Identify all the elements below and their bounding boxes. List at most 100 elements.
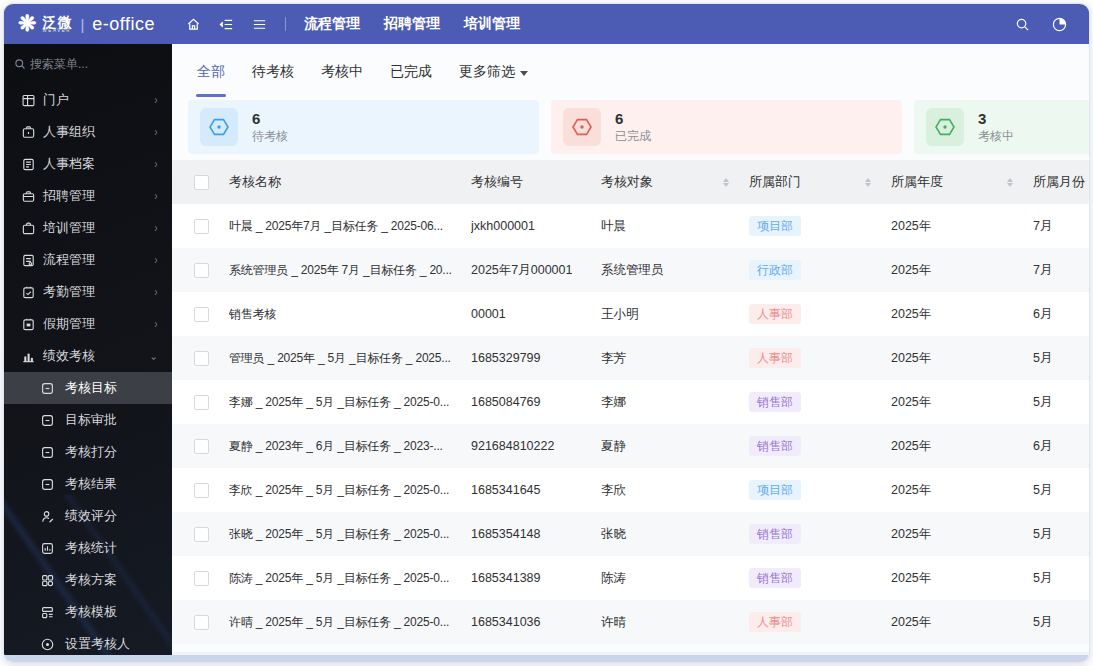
sidebar-search-icon [14,58,26,70]
sort-icon[interactable] [865,178,871,187]
nav-menu-item[interactable]: 培训管理 [464,15,520,33]
table-row[interactable]: 系统管理员 _ 2025年 7月 _目标任务 _ 20...2025年7月000… [172,248,1089,292]
row-checkbox[interactable] [194,571,209,586]
table-row[interactable]: 李欣 _ 2025年 _ 5月 _目标任务 _ 2025-0...1685341… [172,468,1089,512]
sidebar-subitem-考核方案[interactable]: 考核方案 [4,564,172,596]
cell-assessment-subject: 夏静 [601,438,749,455]
collapse-menu-icon[interactable] [219,17,234,32]
cell-assessment-subject: 李芳 [601,350,749,367]
column-header-考核编号: 考核编号 [471,173,601,191]
sidebar-subitem-绩效评分[interactable]: 绩效评分 [4,500,172,532]
hamburger-menu-icon[interactable] [252,17,267,32]
column-header-考核对象[interactable]: 考核对象 [601,173,749,191]
chevron-right-icon: › [155,93,158,106]
cell-department: 行政部 [749,260,891,281]
cell-assessment-subject: 李娜 [601,394,749,411]
stats-icon [40,541,55,556]
sidebar-item-绩效考核[interactable]: 绩效考核⌄ [4,340,172,372]
theme-toggle-icon[interactable] [1052,17,1067,32]
chevron-right-icon: › [155,285,158,298]
sidebar-item-人事组织[interactable]: 人事组织› [4,116,172,148]
search-icon[interactable] [1015,17,1030,32]
logo[interactable]: ❋ 泛微 WEAVER | e-office [4,13,172,35]
recruit-icon [21,189,36,204]
cell-department: 销售部 [749,436,891,457]
cell-assessment-name: 销售考核 [229,306,471,323]
table-row[interactable]: 管理员 _ 2025年 _ 5月 _目标任务 _ 2025...16853297… [172,336,1089,380]
tab-已完成[interactable]: 已完成 [390,44,432,100]
sidebar-search[interactable]: 搜索菜单... [4,44,172,84]
cell-month: 7月 [1033,262,1089,279]
cell-year: 2025年 [891,350,1033,367]
home-icon[interactable] [186,17,201,32]
weaver-logo-icon: ❋ [18,13,36,35]
sidebar-subitem-考核打分[interactable]: 考核打分 [4,436,172,468]
tab-全部[interactable]: 全部 [197,44,225,100]
nav-menu-item[interactable]: 招聘管理 [384,15,440,33]
sidebar-item-培训管理[interactable]: 培训管理› [4,212,172,244]
row-checkbox[interactable] [194,263,209,278]
sidebar-subitem-考核模板[interactable]: 考核模板 [4,596,172,628]
column-header-所属年度[interactable]: 所属年度 [891,173,1033,191]
sidebar-subitem-目标审批[interactable]: 目标审批 [4,404,172,436]
nav-menu: 流程管理 招聘管理 培训管理 [304,15,520,33]
cell-assessment-name: 许晴 _ 2025年 _ 5月 _目标任务 _ 2025-0... [229,614,471,631]
cell-assessment-subject: 张晓 [601,526,749,543]
row-checkbox[interactable] [194,395,209,410]
table-row[interactable]: 销售考核00001王小明人事部2025年6月 [172,292,1089,336]
department-tag: 销售部 [749,436,801,457]
row-checkbox[interactable] [194,439,209,454]
cell-month: 5月 [1033,614,1089,631]
sidebar-item-流程管理[interactable]: 流程管理› [4,244,172,276]
row-checkbox[interactable] [194,307,209,322]
cell-department: 项目部 [749,216,891,237]
column-header-考核名称: 考核名称 [229,173,471,191]
column-header-所属部门[interactable]: 所属部门 [749,173,891,191]
sidebar-item-考勤管理[interactable]: 考勤管理› [4,276,172,308]
sort-icon[interactable] [723,178,729,187]
sidebar-item-人事档案[interactable]: 人事档案› [4,148,172,180]
table-row[interactable]: 张晓 _ 2025年 _ 5月 _目标任务 _ 2025-0...1685354… [172,512,1089,556]
table-row[interactable]: 夏静 _ 2023年 _ 6月 _目标任务 _ 2023-...92168481… [172,424,1089,468]
approve-icon [40,413,55,428]
sidebar-subitem-考核统计[interactable]: 考核统计 [4,532,172,564]
row-checkbox[interactable] [194,615,209,630]
sidebar-item-招聘管理[interactable]: 招聘管理› [4,180,172,212]
cell-month: 5月 [1033,526,1089,543]
column-header-所属月份: 所属月份 [1033,173,1089,191]
sort-icon[interactable] [1007,178,1013,187]
cell-department: 销售部 [749,568,891,589]
cell-assessment-name: 叶晨 _ 2025年7月 _目标任务 _ 2025-06... [229,218,471,235]
row-checkbox[interactable] [194,351,209,366]
chevron-right-icon: › [155,221,158,234]
cell-assessment-name: 夏静 _ 2023年 _ 6月 _目标任务 _ 2023-... [229,438,471,455]
cell-assessment-subject: 陈涛 [601,570,749,587]
tab-待考核[interactable]: 待考核 [252,44,294,100]
more-filters-button[interactable]: 更多筛选 [459,63,528,81]
department-tag: 人事部 [749,304,801,325]
department-tag: 项目部 [749,480,801,501]
cell-month: 6月 [1033,306,1089,323]
row-checkbox[interactable] [194,219,209,234]
brand-name: 泛微 [42,15,72,29]
sidebar-item-假期管理[interactable]: 假期管理› [4,308,172,340]
table-row[interactable]: 许晴 _ 2025年 _ 5月 _目标任务 _ 2025-0...1685341… [172,600,1089,644]
rating-icon [40,509,55,524]
row-checkbox[interactable] [194,483,209,498]
sidebar-subitem-考核结果[interactable]: 考核结果 [4,468,172,500]
tab-考核中[interactable]: 考核中 [321,44,363,100]
table-row[interactable]: 陈涛 _ 2025年 _ 5月 _目标任务 _ 2025-0...1685341… [172,556,1089,600]
sidebar-item-门户[interactable]: 门户› [4,84,172,116]
sidebar-subitem-考核目标[interactable]: 考核目标 [4,372,172,404]
select-all-checkbox[interactable] [194,175,209,190]
portal-icon [21,93,36,108]
row-checkbox[interactable] [194,527,209,542]
sidebar-subitem-设置考核人[interactable]: 设置考核人 [4,628,172,655]
cell-year: 2025年 [891,570,1033,587]
table-row[interactable]: 李娜 _ 2025年 _ 5月 _目标任务 _ 2025-0...1685084… [172,380,1089,424]
hr-org-icon [21,125,36,140]
table-row[interactable]: 叶晨 _ 2025年7月 _目标任务 _ 2025-06...jxkh00000… [172,204,1089,248]
cell-month: 5月 [1033,394,1089,411]
cell-assessment-name: 李欣 _ 2025年 _ 5月 _目标任务 _ 2025-0... [229,482,471,499]
nav-menu-item[interactable]: 流程管理 [304,15,360,33]
